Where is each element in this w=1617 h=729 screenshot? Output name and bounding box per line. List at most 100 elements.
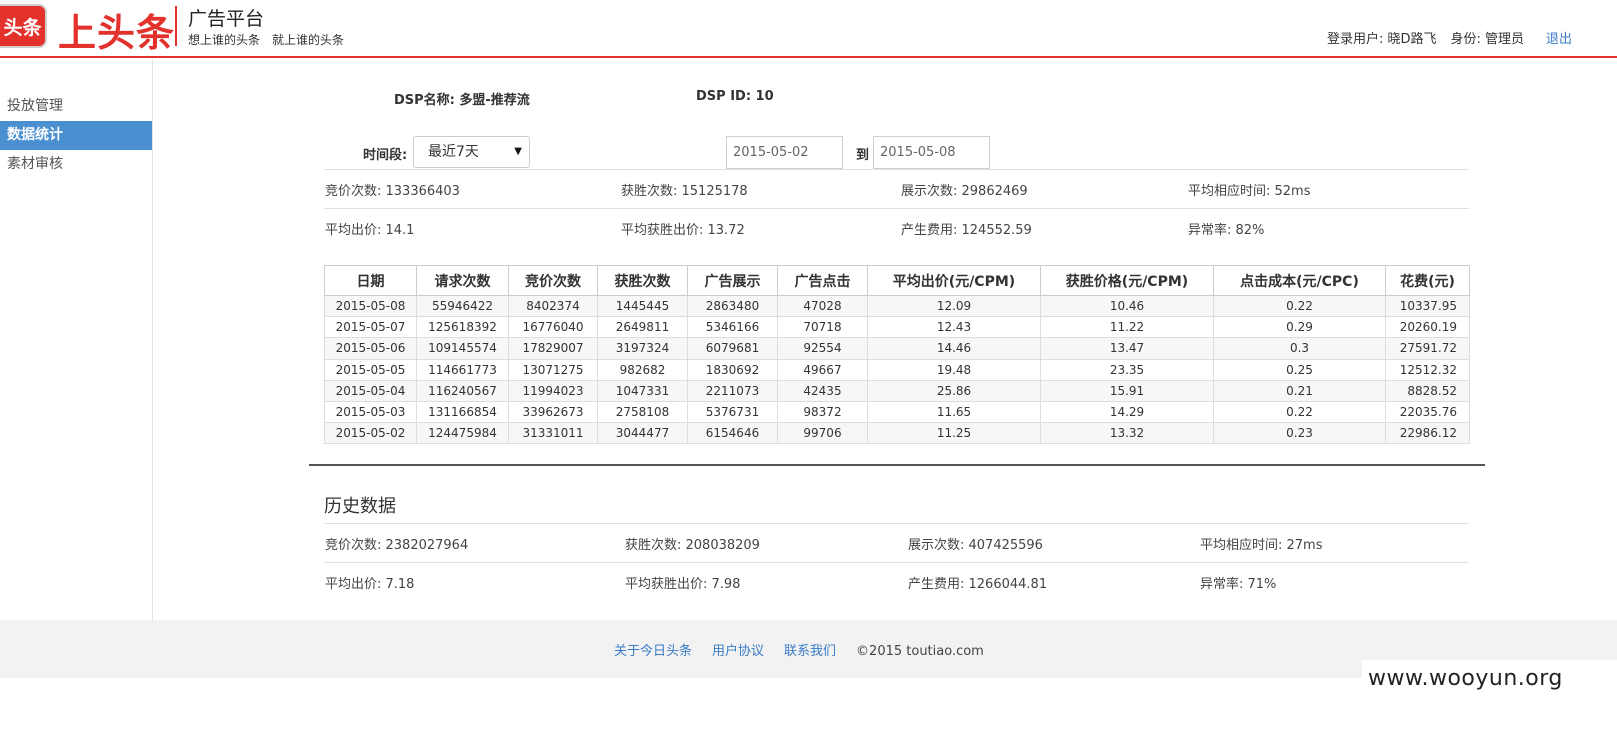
table-row: 2015-05-07 125618392 16776040 2649811 534616… bbox=[324, 316, 1470, 339]
history-error-rate: 异常率: 71% bbox=[1200, 577, 1277, 592]
table-cell: 12512.32 bbox=[1385, 358, 1470, 381]
table-cell: 116240567 bbox=[416, 379, 509, 402]
table-cell: 5376731 bbox=[687, 400, 778, 424]
to-label: 到 bbox=[856, 148, 870, 163]
table-cell: 49667 bbox=[777, 358, 868, 381]
footer-link-about[interactable]: 关于今日头条 bbox=[614, 644, 692, 659]
top-header: 头条 上头条 广告平台 想上谁的头条 就上谁的头条 登录用户: 晓D路飞 身份: 管… bbox=[0, 0, 1617, 58]
history-impressions: 展示次数: 407425596 bbox=[908, 538, 1043, 553]
table-cell: 124475984 bbox=[416, 422, 509, 445]
table-row: 2015-05-05 114661773 13071275 982682 1830692… bbox=[324, 358, 1470, 381]
table-cell: 14.46 bbox=[867, 337, 1041, 360]
logout-link[interactable]: 退出 bbox=[1546, 32, 1572, 47]
table-cell: 2649811 bbox=[597, 316, 688, 339]
daily-stats-table: 日期 请求次数 竞价次数 获胜次数 广告展示 广告点击 平均出价(元/CPM) … bbox=[324, 265, 1470, 445]
table-cell: 92554 bbox=[777, 337, 868, 360]
stat-avg-bid: 平均出价: 14.1 bbox=[325, 223, 415, 238]
table-cell: 109145574 bbox=[416, 337, 509, 360]
login-user: 登录用户: 晓D路飞 bbox=[1327, 32, 1437, 47]
table-row: 2015-05-06 109145574 17829007 3197324 607968… bbox=[324, 337, 1470, 360]
table-cell: 2015-05-05 bbox=[324, 358, 417, 381]
table-cell: 11.22 bbox=[1040, 316, 1214, 339]
logo-text[interactable]: 上头条 bbox=[58, 2, 175, 57]
history-title: 历史数据 bbox=[324, 496, 396, 517]
table-cell: 19.48 bbox=[867, 358, 1041, 381]
column-header: 获胜价格(元/CPM) bbox=[1040, 265, 1214, 296]
column-header: 广告展示 bbox=[687, 265, 778, 296]
column-header: 广告点击 bbox=[777, 265, 868, 296]
table-cell: 27591.72 bbox=[1385, 337, 1470, 360]
column-header: 花费(元) bbox=[1385, 265, 1470, 296]
table-cell: 0.25 bbox=[1213, 358, 1386, 381]
section-divider bbox=[309, 464, 1485, 466]
period-select-value: 最近7天 bbox=[428, 144, 479, 160]
table-cell: 13071275 bbox=[508, 358, 598, 381]
table-cell: 99706 bbox=[777, 422, 868, 445]
table-cell: 55946422 bbox=[416, 294, 509, 318]
table-row: 2015-05-08 55946422 8402374 1445445 2863480 4… bbox=[324, 294, 1470, 318]
table-row: 2015-05-03 131166854 33962673 2758108 537673… bbox=[324, 400, 1470, 424]
history-avg-bid: 平均出价: 7.18 bbox=[325, 577, 415, 592]
start-date-input[interactable]: 2015-05-02 bbox=[726, 136, 843, 169]
stat-error-rate: 异常率: 82% bbox=[1188, 223, 1265, 238]
table-cell: 10337.95 bbox=[1385, 294, 1470, 318]
copyright: ©2015 toutiao.com bbox=[856, 644, 984, 659]
stat-bids: 竞价次数: 133366403 bbox=[325, 184, 460, 199]
table-header-row: 日期 请求次数 竞价次数 获胜次数 广告展示 广告点击 平均出价(元/CPM) … bbox=[324, 265, 1470, 296]
table-cell: 2015-05-04 bbox=[324, 379, 417, 402]
user-info: 登录用户: 晓D路飞 身份: 管理员 退出 bbox=[1327, 28, 1572, 47]
table-cell: 13.32 bbox=[1040, 422, 1214, 445]
history-cost: 产生费用: 1266044.81 bbox=[908, 577, 1048, 592]
stat-cost: 产生费用: 124552.59 bbox=[901, 223, 1032, 238]
sidebar-item-material-review[interactable]: 素材审核 bbox=[0, 150, 152, 179]
end-date-input[interactable]: 2015-05-08 bbox=[873, 136, 990, 169]
table-cell: 6154646 bbox=[687, 422, 778, 445]
table-cell: 125618392 bbox=[416, 316, 509, 339]
table-cell: 25.86 bbox=[867, 379, 1041, 402]
table-cell: 3044477 bbox=[597, 422, 688, 445]
table-cell: 47028 bbox=[777, 294, 868, 318]
table-cell: 2015-05-06 bbox=[324, 337, 417, 360]
logo-badge[interactable]: 头条 bbox=[0, 4, 47, 48]
table-cell: 6079681 bbox=[687, 337, 778, 360]
table-cell: 22035.76 bbox=[1385, 400, 1470, 424]
watermark: www.wooyun.org bbox=[1362, 660, 1617, 695]
sidebar-item-campaign-management[interactable]: 投放管理 bbox=[0, 92, 152, 121]
table-cell: 15.91 bbox=[1040, 379, 1214, 402]
table-cell: 12.09 bbox=[867, 294, 1041, 318]
table-row: 2015-05-04 116240567 11994023 1047331 221107… bbox=[324, 379, 1470, 402]
slogan-part-1: 想上谁的头条 bbox=[188, 33, 261, 47]
footer-link-agreement[interactable]: 用户协议 bbox=[712, 644, 764, 659]
dsp-id: DSP ID: 10 bbox=[696, 89, 774, 104]
chevron-down-icon: ▼ bbox=[514, 146, 522, 157]
table-cell: 12.43 bbox=[867, 316, 1041, 339]
table-cell: 5346166 bbox=[687, 316, 778, 339]
header-divider bbox=[175, 6, 177, 46]
stat-wins: 获胜次数: 15125178 bbox=[621, 184, 748, 199]
user-role: 身份: 管理员 bbox=[1450, 32, 1525, 47]
history-wins: 获胜次数: 208038209 bbox=[625, 538, 760, 553]
stat-impressions: 展示次数: 29862469 bbox=[901, 184, 1028, 199]
table-cell: 0.23 bbox=[1213, 422, 1386, 445]
sidebar-item-data-statistics[interactable]: 数据统计 bbox=[0, 121, 152, 150]
table-cell: 0.21 bbox=[1213, 379, 1386, 402]
table-cell: 2015-05-02 bbox=[324, 422, 417, 445]
table-row: 2015-05-02 124475984 31331011 3044477 615464… bbox=[324, 422, 1470, 445]
divider bbox=[324, 562, 1469, 563]
column-header: 获胜次数 bbox=[597, 265, 688, 296]
table-cell: 2015-05-03 bbox=[324, 400, 417, 424]
footer-link-contact[interactable]: 联系我们 bbox=[784, 644, 836, 659]
column-header: 日期 bbox=[324, 265, 417, 296]
table-cell: 2863480 bbox=[687, 294, 778, 318]
period-select[interactable]: 最近7天 ▼ bbox=[413, 136, 530, 168]
dsp-name: DSP名称: 多盟-推荐流 bbox=[394, 93, 530, 108]
history-avg-win-bid: 平均获胜出价: 7.98 bbox=[625, 577, 741, 592]
history-bids: 竞价次数: 2382027964 bbox=[325, 538, 469, 553]
platform-title: 广告平台 bbox=[188, 8, 265, 30]
table-cell: 2015-05-08 bbox=[324, 294, 417, 318]
table-cell: 114661773 bbox=[416, 358, 509, 381]
history-avg-response: 平均相应时间: 27ms bbox=[1200, 538, 1323, 553]
table-cell: 0.3 bbox=[1213, 337, 1386, 360]
table-cell: 2758108 bbox=[597, 400, 688, 424]
stat-avg-response: 平均相应时间: 52ms bbox=[1188, 184, 1311, 199]
